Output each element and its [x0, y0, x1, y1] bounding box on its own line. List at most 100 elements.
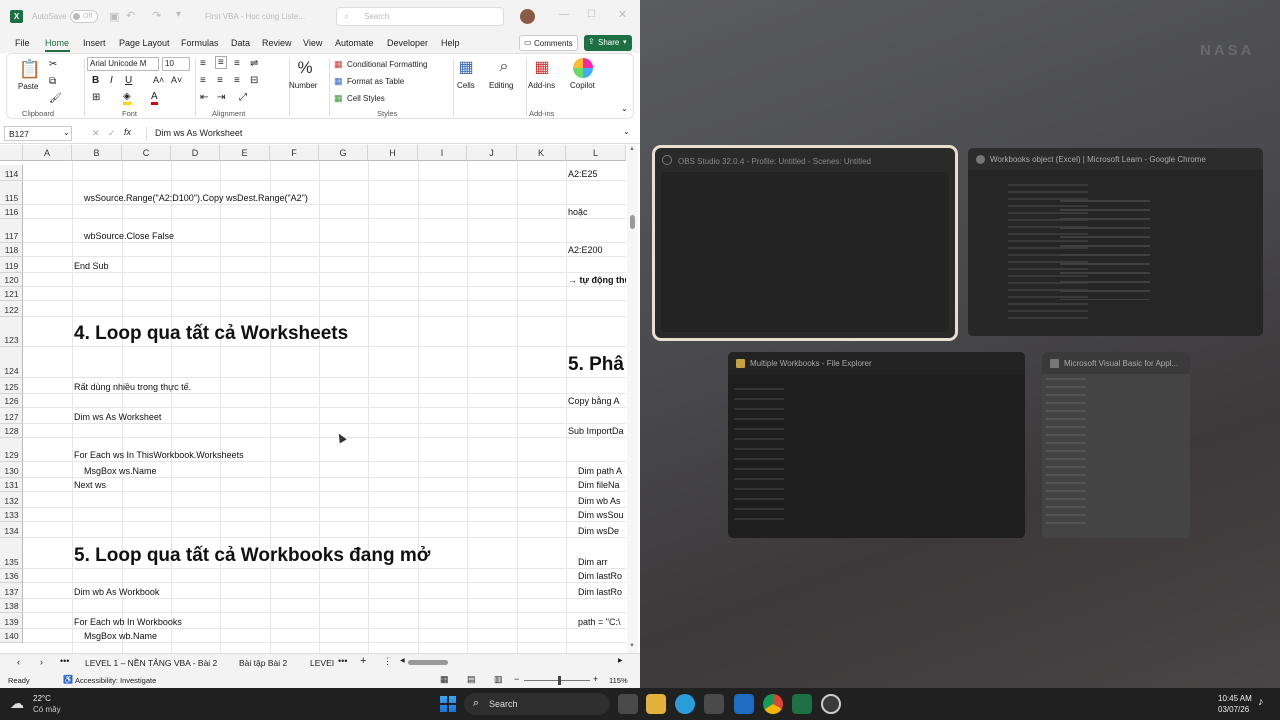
- orientation-icon[interactable]: ⤢: [239, 92, 247, 103]
- column-header-g[interactable]: G: [319, 145, 368, 161]
- row-header-119[interactable]: 119: [0, 257, 23, 273]
- undo-icon[interactable]: ↶: [126, 9, 135, 22]
- row-header-123[interactable]: 123: [0, 317, 23, 347]
- row-header-128[interactable]: 128: [0, 424, 23, 438]
- zoom-level[interactable]: 115%: [609, 676, 628, 685]
- cell-l128[interactable]: Sub ImportDa: [568, 426, 626, 436]
- row-header-133[interactable]: 133: [0, 508, 23, 522]
- name-box[interactable]: B127 ⌄: [4, 126, 72, 141]
- column-header-d[interactable]: D: [171, 145, 220, 161]
- row-header-118[interactable]: 118: [0, 243, 23, 257]
- cell-b137[interactable]: Dim wb As Workbook: [74, 587, 626, 597]
- tab-insert[interactable]: Insert: [83, 38, 106, 48]
- row-header-130[interactable]: 130: [0, 462, 23, 478]
- copilot-label[interactable]: Copilot: [570, 81, 595, 90]
- increase-indent-icon[interactable]: ⇥: [217, 92, 225, 103]
- align-left-icon[interactable]: ≡: [200, 75, 206, 86]
- row-header-120[interactable]: 120: [0, 273, 23, 287]
- excel-taskbar-icon[interactable]: [792, 694, 812, 714]
- column-header-a[interactable]: A: [23, 145, 72, 161]
- column-header-i[interactable]: I: [418, 145, 467, 161]
- cell-l126[interactable]: Copy bằng A: [568, 396, 626, 406]
- cell-l131[interactable]: Dim fileNa: [578, 480, 626, 490]
- accessibility-status[interactable]: Accessibility: Investigate: [75, 676, 156, 685]
- cell-l114[interactable]: A2:E25: [568, 169, 626, 179]
- cell-b117[interactable]: wbSource.Close False: [84, 231, 626, 241]
- borders-icon[interactable]: ⊞: [92, 92, 100, 103]
- addins-label[interactable]: Add-ins: [528, 81, 555, 90]
- row-header-115[interactable]: 115: [0, 181, 23, 205]
- column-header-b[interactable]: B: [72, 145, 122, 161]
- cell-l116[interactable]: hoặc: [568, 207, 626, 217]
- wrap-text-icon[interactable]: ⇌: [250, 58, 258, 69]
- window-thumbnail-vba[interactable]: Microsoft Visual Basic for Appl...: [1042, 352, 1190, 538]
- windows-start-icon[interactable]: [440, 696, 456, 712]
- search-box[interactable]: ⌕ Search: [336, 7, 504, 26]
- tab-developer[interactable]: Developer: [387, 38, 428, 48]
- format-as-table-button[interactable]: Format as Table: [347, 77, 404, 86]
- cell-b119[interactable]: End Sub: [74, 261, 626, 271]
- italic-icon[interactable]: I: [110, 75, 113, 86]
- percent-icon[interactable]: %: [292, 57, 318, 79]
- more-sheets-icon[interactable]: •••: [338, 656, 347, 666]
- row-header-125[interactable]: 125: [0, 378, 23, 394]
- conditional-formatting-button[interactable]: Conditional Formatting: [347, 60, 427, 69]
- zoom-slider-thumb[interactable]: [558, 676, 561, 685]
- row-header-140[interactable]: 140: [0, 629, 23, 643]
- hscroll-right-icon[interactable]: ▶: [618, 657, 623, 664]
- scroll-thumb[interactable]: [630, 215, 635, 229]
- section-heading-cell[interactable]: 5. Loop qua tất cả Workbooks đang mở: [74, 545, 626, 567]
- expand-formula-icon[interactable]: ⌄: [623, 127, 630, 136]
- chrome-icon[interactable]: [763, 694, 783, 714]
- autosave-toggle[interactable]: Off: [70, 10, 98, 23]
- cell-b127[interactable]: Dim ws As Worksheet: [74, 412, 626, 422]
- scroll-up-icon[interactable]: ▲: [629, 146, 635, 152]
- vertical-scrollbar[interactable]: ▲ ▼: [627, 145, 638, 653]
- tab-file[interactable]: File: [15, 38, 30, 48]
- row-header-138[interactable]: 138: [0, 599, 23, 613]
- maximize-icon[interactable]: ☐: [587, 9, 596, 20]
- shrink-font-icon[interactable]: A˅: [171, 75, 182, 85]
- grow-font-icon[interactable]: A˄: [153, 75, 164, 85]
- cell-l133[interactable]: Dim wsSou: [578, 510, 626, 520]
- cell-l136[interactable]: Dim lastRo: [578, 571, 626, 581]
- cell-b140[interactable]: MsgBox wb.Name: [84, 631, 626, 641]
- row-header-131[interactable]: 131: [0, 478, 23, 492]
- scroll-down-icon[interactable]: ▼: [629, 643, 635, 649]
- formula-input[interactable]: Dim ws As Worksheet: [155, 128, 242, 138]
- section-heading-cell[interactable]: 4. Loop qua tất cả Worksheets: [74, 323, 626, 345]
- share-button[interactable]: ⇪ Share ▾: [584, 35, 632, 51]
- column-header-h[interactable]: H: [368, 145, 418, 161]
- font-color-icon[interactable]: A: [151, 91, 158, 105]
- store-icon[interactable]: [704, 694, 724, 714]
- tab-automate[interactable]: Automate: [335, 38, 374, 48]
- zoom-in-icon[interactable]: +: [593, 674, 598, 684]
- row-header-137[interactable]: 137: [0, 583, 23, 599]
- prev-sheet-icon[interactable]: ‹: [17, 657, 20, 667]
- copilot-icon[interactable]: [573, 58, 593, 78]
- font-name-select[interactable]: Arial Unicode M: [87, 57, 159, 71]
- more-sheets-icon[interactable]: •••: [60, 656, 69, 666]
- align-right-icon[interactable]: ≡: [234, 75, 240, 86]
- notification-bell-icon[interactable]: ♪: [1258, 696, 1264, 708]
- cell-l132[interactable]: Dim wb As: [578, 496, 626, 506]
- cell-b131[interactable]: Next ws: [74, 480, 626, 490]
- window-thumbnail-obs[interactable]: OBS Studio 32.0.4 - Profile: Untitled - …: [652, 145, 958, 341]
- taskbar-search[interactable]: ⌕ Search: [464, 693, 610, 715]
- cell-styles-button[interactable]: Cell Styles: [347, 94, 385, 103]
- bold-icon[interactable]: B: [92, 75, 99, 86]
- row-header-124[interactable]: 124: [0, 347, 23, 378]
- tab-options-icon[interactable]: ⋮: [383, 656, 392, 667]
- cell-l135[interactable]: Dim arr: [578, 557, 626, 567]
- page-layout-view-icon[interactable]: ▤: [467, 674, 476, 685]
- horizontal-scroll-thumb[interactable]: [408, 660, 448, 665]
- copy-icon[interactable]: ⧉: [49, 76, 56, 87]
- weather-icon[interactable]: ☁: [10, 695, 24, 712]
- sheet-tab[interactable]: LEVEI: [310, 658, 334, 668]
- row-header-116[interactable]: 116: [0, 205, 23, 219]
- obs-taskbar-icon[interactable]: [821, 694, 841, 714]
- cancel-entry-icon[interactable]: ✕: [92, 128, 100, 139]
- sheet-tab[interactable]: LEVEL 1 – NỀN TẢNG VBA - Bài 2: [85, 658, 217, 668]
- worksheet-grid[interactable]: A B C D E F G H I J K L 114 115 116 117 118 119 120 121 122 1…: [0, 145, 626, 653]
- column-header-k[interactable]: K: [517, 145, 566, 161]
